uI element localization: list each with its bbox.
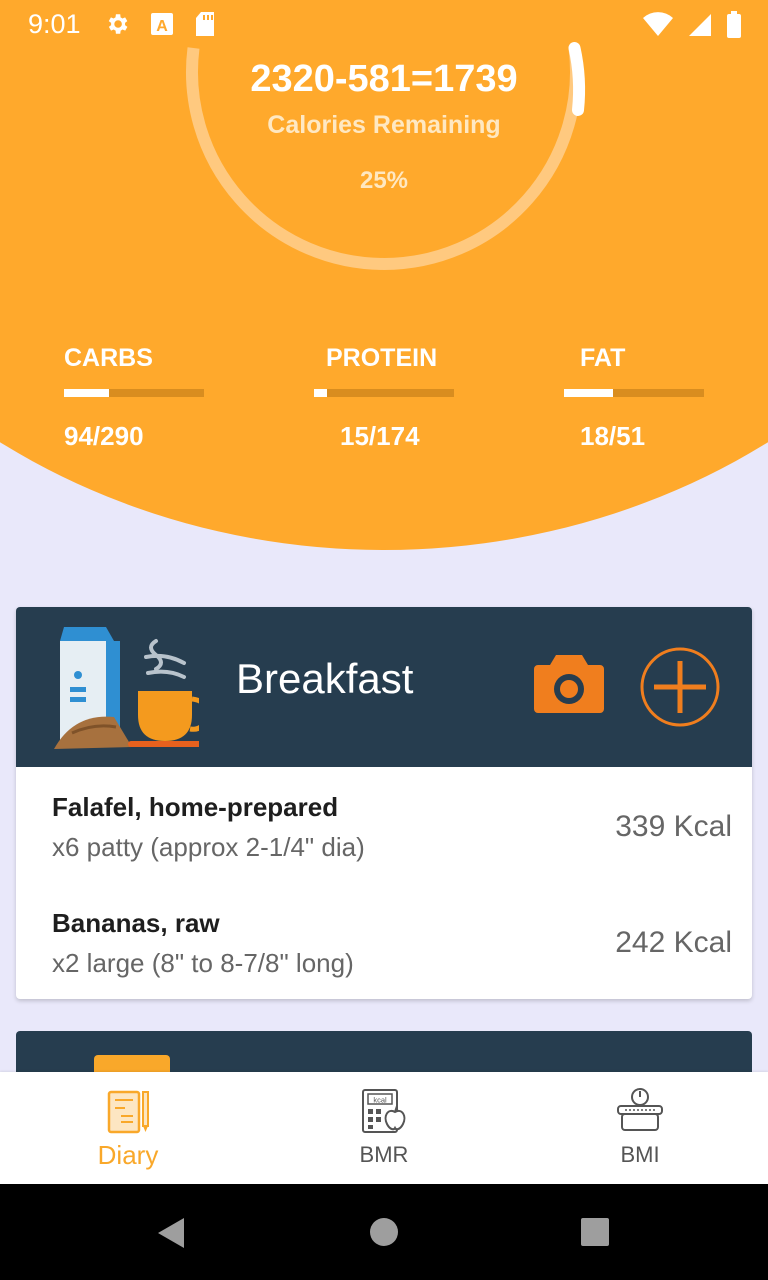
- sd-card-icon: [196, 12, 214, 36]
- add-food-button[interactable]: [638, 645, 722, 729]
- diary-icon: [107, 1090, 149, 1134]
- status-bar: 9:01 A: [0, 0, 768, 48]
- macro-value: 15/174: [340, 421, 420, 451]
- food-name: Falafel, home-prepared: [52, 792, 339, 822]
- meal-title: Breakfast: [236, 655, 414, 702]
- macro-progress-bar: [314, 389, 454, 397]
- calorie-percent: 25%: [359, 167, 409, 194]
- svg-text:A: A: [156, 18, 168, 35]
- macro-progress-bar: [564, 389, 704, 397]
- svg-text:kcal: kcal: [373, 1096, 387, 1105]
- breakfast-card-header: Breakfast: [16, 607, 752, 767]
- breakfast-card: Breakfast Falafel, home-prepared x6 patt…: [16, 607, 752, 999]
- calorie-header: 9:01 A 2320-581=1739 Calories Remaining …: [0, 0, 768, 560]
- food-name: Bananas, raw: [52, 908, 220, 938]
- food-item[interactable]: Falafel, home-prepared x6 patty (approx …: [52, 792, 732, 892]
- nav-label: BMI: [620, 1142, 660, 1167]
- macro-progress-fill: [314, 389, 327, 397]
- macro-fat: FAT 18/51: [564, 344, 724, 452]
- bottom-navigation: Diary kcal BMR BMI: [0, 1072, 768, 1184]
- calorie-equation: 2320-581=1739: [250, 58, 518, 100]
- calories-remaining-label: Calories Remaining: [267, 111, 501, 139]
- nav-bmr[interactable]: kcal BMR: [256, 1072, 512, 1184]
- recents-icon[interactable]: [580, 1217, 610, 1247]
- food-portion: x6 patty (approx 2-1/4" dia): [52, 832, 365, 862]
- macro-value: 94/290: [64, 421, 144, 451]
- macro-progress-fill: [564, 389, 613, 397]
- calculator-icon: kcal: [362, 1089, 406, 1133]
- nav-label: Diary: [97, 1140, 159, 1170]
- macro-progress-bar: [64, 389, 204, 397]
- macro-carbs: CARBS 94/290: [64, 344, 224, 452]
- macro-label: CARBS: [64, 344, 153, 372]
- food-calories: 339 Kcal: [615, 810, 732, 843]
- food-portion: x2 large (8" to 8-7/8" long): [52, 948, 354, 978]
- wifi-icon: [643, 12, 673, 37]
- nav-label: BMR: [359, 1142, 409, 1167]
- macro-progress-fill: [64, 389, 109, 397]
- camera-icon[interactable]: [534, 653, 604, 715]
- gear-icon: [108, 14, 128, 34]
- calorie-progress-ring: [186, 42, 586, 270]
- nav-bmi[interactable]: BMI: [512, 1072, 768, 1184]
- breakfast-illustration-icon: [54, 627, 199, 749]
- home-icon[interactable]: [369, 1217, 399, 1247]
- back-icon[interactable]: [156, 1216, 186, 1250]
- nav-diary[interactable]: Diary: [0, 1072, 256, 1184]
- macro-label: PROTEIN: [326, 344, 438, 372]
- macro-label: FAT: [580, 344, 626, 372]
- signal-icon: [689, 14, 711, 36]
- keyboard-a-icon: A: [151, 13, 173, 35]
- status-time: 9:01: [28, 9, 81, 39]
- macro-value: 18/51: [580, 421, 646, 451]
- scale-icon: [617, 1088, 663, 1131]
- system-navigation-bar: [0, 1184, 768, 1280]
- macro-protein: PROTEIN 15/174: [314, 344, 474, 452]
- battery-icon: [727, 11, 741, 38]
- food-item[interactable]: Bananas, raw x2 large (8" to 8-7/8" long…: [52, 908, 732, 999]
- food-calories: 242 Kcal: [615, 926, 732, 959]
